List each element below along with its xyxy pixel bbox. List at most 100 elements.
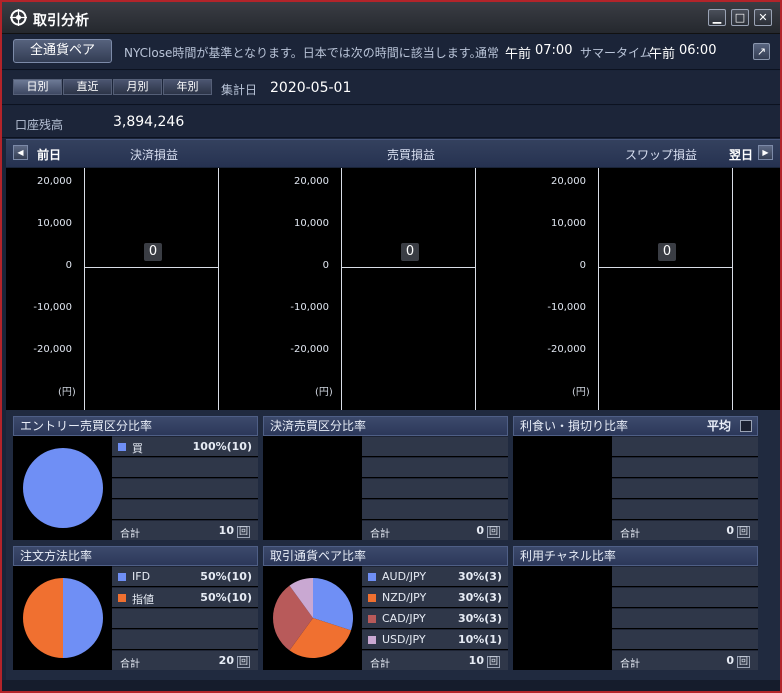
ratio-panel: 利用チャネル比率合計 0 回 <box>513 546 758 670</box>
table-row: CAD/JPY 30%(3) <box>362 608 508 628</box>
y-tick-label: 20,000 <box>294 176 329 187</box>
panel-table: 合計 0 回 <box>612 566 758 670</box>
legend-value: 100%(10) <box>192 440 252 453</box>
tab-yearly[interactable]: 年別 <box>163 79 212 95</box>
legend-swatch <box>368 615 376 623</box>
legend-swatch <box>118 443 126 451</box>
average-checkbox[interactable] <box>740 420 752 432</box>
pie-chart <box>273 578 353 658</box>
legend-swatch <box>118 573 126 581</box>
normal-ampm: 午前 <box>505 47 532 62</box>
legend-label: 買 <box>132 442 143 455</box>
summer-ampm: 午前 <box>649 47 676 62</box>
y-tick-label: 0 <box>579 260 586 271</box>
total-row: 合計 10 回 <box>362 650 508 670</box>
panel-table: AUD/JPY 30%(3) NZD/JPY 30%(3) CAD/JPY 30%(3) U… <box>362 566 508 670</box>
y-axis-line <box>598 168 599 410</box>
table-row: USD/JPY 10%(1) <box>362 629 508 649</box>
ratio-panel: 注文方法比率 IFD 50%(10) 指値 50%(10) 合計 20 回 <box>13 546 258 670</box>
y-tick-label: 10,000 <box>551 218 586 229</box>
next-day-label[interactable]: 翌日 <box>729 146 753 163</box>
y-tick-label: 0 <box>322 260 329 271</box>
total-value: 0回 <box>726 654 750 668</box>
table-row <box>112 499 258 519</box>
title-bar[interactable]: 取引分析 ▁ □ ✕ <box>2 2 780 34</box>
panel-title: 利用チャネル比率 <box>513 546 758 566</box>
prev-day-arrow-icon[interactable]: ◀ <box>13 145 28 160</box>
total-row: 合計 10 回 <box>112 520 258 540</box>
table-row <box>362 478 508 498</box>
table-row <box>612 566 758 586</box>
total-label: 合計 <box>620 659 640 670</box>
legend-value: 30%(3) <box>457 570 502 583</box>
external-link-icon[interactable]: ↗ <box>753 43 770 60</box>
maximize-button[interactable]: □ <box>731 9 749 26</box>
zero-line <box>598 267 732 268</box>
y-tick-label: -20,000 <box>547 344 586 355</box>
unit-label: (円) <box>58 387 76 398</box>
next-day-arrow-icon[interactable]: ▶ <box>758 145 773 160</box>
ratio-panel: エントリー売買区分比率買 100%(10) 合計 10 回 <box>13 416 258 540</box>
legend-label: NZD/JPY <box>382 591 427 604</box>
table-row <box>112 478 258 498</box>
currency-pair-button[interactable]: 全通貨ペア <box>13 39 112 63</box>
table-row: IFD 50%(10) <box>112 566 258 586</box>
plot-right-border <box>218 168 219 410</box>
y-tick-label: 10,000 <box>37 218 72 229</box>
total-row: 合計 20 回 <box>112 650 258 670</box>
tab-daily[interactable]: 日別 <box>13 79 62 95</box>
table-row <box>612 457 758 477</box>
tab-monthly[interactable]: 月別 <box>113 79 162 95</box>
close-button[interactable]: ✕ <box>754 9 772 26</box>
panel-table: 合計 0 回 <box>612 436 758 540</box>
table-row: 買 100%(10) <box>112 436 258 456</box>
pie-slice- <box>23 578 63 658</box>
table-row <box>612 629 758 649</box>
panel-title: エントリー売買区分比率 <box>13 416 258 436</box>
ratio-panel: 取引通貨ペア比率 AUD/JPY 30%(3) NZD/JPY 30%(3) CAD/JP… <box>263 546 508 670</box>
chart-title-swap: スワップ損益 <box>625 148 698 162</box>
toolbar: 全通貨ペア NYClose時間が基準となります。日本では次の時間に該当します。 … <box>2 35 780 70</box>
y-tick-label: -20,000 <box>290 344 329 355</box>
total-row: 合計 0 回 <box>362 520 508 540</box>
y-tick-label: -10,000 <box>547 302 586 313</box>
y-axis-line <box>341 168 342 410</box>
zero-line <box>341 267 475 268</box>
balance-value: 3,894,246 <box>113 114 185 130</box>
normal-time: 07:00 <box>535 43 573 58</box>
period-bar: 日別 直近 月別 年別 集計日 2020-05-01 <box>2 71 780 105</box>
legend-swatch <box>368 636 376 644</box>
panel-table: IFD 50%(10) 指値 50%(10) 合計 20 回 <box>112 566 258 670</box>
panel-title: 注文方法比率 <box>13 546 258 566</box>
y-tick-label: -10,000 <box>33 302 72 313</box>
summer-time-label: サマータイム <box>580 46 652 60</box>
pie-slice- <box>23 448 103 528</box>
legend-swatch <box>368 594 376 602</box>
legend-label: CAD/JPY <box>382 612 426 625</box>
table-row <box>112 629 258 649</box>
summer-time: 06:00 <box>679 43 717 58</box>
legend-label: IFD <box>132 570 151 583</box>
total-value: 10 回 <box>468 654 500 668</box>
table-row <box>362 499 508 519</box>
total-label: 合計 <box>620 529 640 540</box>
plot-right-border <box>732 168 733 410</box>
total-label: 合計 <box>120 659 140 670</box>
tab-recent[interactable]: 直近 <box>63 79 112 95</box>
table-row <box>612 478 758 498</box>
legend-value: 30%(3) <box>457 612 502 625</box>
y-tick-label: -20,000 <box>33 344 72 355</box>
normal-time-label: 通常 <box>475 46 500 60</box>
total-value: 10 回 <box>218 524 250 538</box>
panel-title: 利食い・損切り比率 平均 <box>513 416 758 436</box>
prev-day-label[interactable]: 前日 <box>37 146 61 163</box>
date-label: 集計日 <box>221 83 258 97</box>
bar-value-label: 0 <box>401 243 419 261</box>
legend-value: 50%(10) <box>200 591 252 604</box>
minimize-button[interactable]: ▁ <box>708 9 726 26</box>
total-label: 合計 <box>370 659 390 670</box>
unit-label: 回 <box>236 656 250 668</box>
zero-line <box>84 267 218 268</box>
window-title: 取引分析 <box>33 13 89 29</box>
total-value: 0回 <box>726 524 750 538</box>
